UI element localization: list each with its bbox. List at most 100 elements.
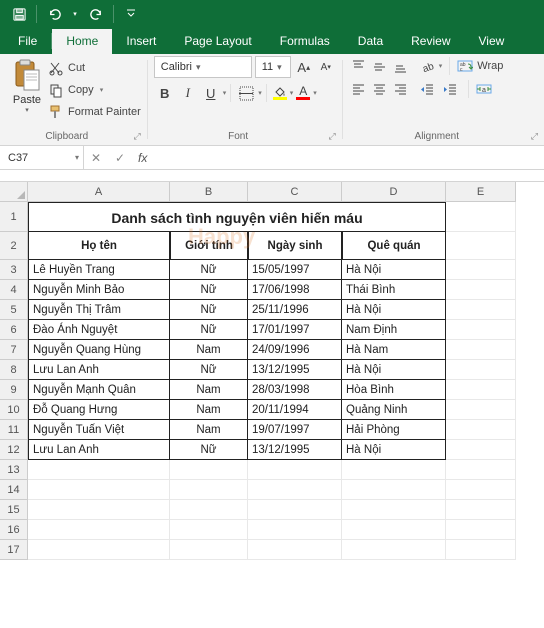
select-all-corner[interactable]	[0, 182, 28, 202]
cell[interactable]	[446, 202, 516, 232]
cell[interactable]	[446, 380, 516, 400]
row-header-2[interactable]: 2	[0, 232, 28, 260]
cell[interactable]: Hà Nội	[342, 360, 446, 380]
row-header-3[interactable]: 3	[0, 260, 28, 280]
cell[interactable]: Nguyễn Minh Bảo	[28, 280, 170, 300]
clipboard-dialog-launcher[interactable]: ⤢	[134, 131, 141, 142]
cell[interactable]	[28, 480, 170, 500]
cell[interactable]	[446, 360, 516, 380]
cell[interactable]: 25/11/1996	[248, 300, 342, 320]
header-cell[interactable]: Ngày sinh	[248, 232, 342, 260]
cell[interactable]: Nam Định	[342, 320, 446, 340]
cancel-button[interactable]: ✕	[84, 146, 108, 170]
column-header-A[interactable]: A	[28, 182, 170, 202]
cell[interactable]: Hòa Bình	[342, 380, 446, 400]
cell[interactable]: Thái Bình	[342, 280, 446, 300]
cell[interactable]	[342, 460, 446, 480]
cell[interactable]: Nam	[170, 340, 248, 360]
cell[interactable]	[446, 540, 516, 560]
alignment-dialog-launcher[interactable]: ⤢	[531, 131, 538, 142]
cell[interactable]	[170, 500, 248, 520]
cell[interactable]	[446, 460, 516, 480]
borders-button[interactable]	[235, 82, 257, 104]
cell[interactable]	[28, 460, 170, 480]
cell[interactable]	[446, 260, 516, 280]
cell[interactable]: Hà Nam	[342, 340, 446, 360]
font-size-combo[interactable]: 11▾	[255, 56, 291, 78]
increase-indent-button[interactable]	[441, 79, 461, 99]
cell[interactable]: Đỗ Quang Hưng	[28, 400, 170, 420]
cell[interactable]: Nguyễn Mạnh Quân	[28, 380, 170, 400]
worksheet-grid[interactable]: 1234567891011121314151617 ABCDE Happy Da…	[0, 182, 544, 628]
cell[interactable]	[446, 420, 516, 440]
tab-page-layout[interactable]: Page Layout	[170, 29, 265, 54]
align-top-button[interactable]	[349, 56, 369, 76]
tab-formulas[interactable]: Formulas	[266, 29, 344, 54]
column-header-E[interactable]: E	[446, 182, 516, 202]
cell[interactable]: 15/05/1997	[248, 260, 342, 280]
cell[interactable]	[446, 500, 516, 520]
cell[interactable]: 28/03/1998	[248, 380, 342, 400]
cell[interactable]: 13/12/1995	[248, 360, 342, 380]
cell[interactable]	[248, 540, 342, 560]
cell[interactable]: Nam	[170, 400, 248, 420]
cut-button[interactable]: Cut	[48, 58, 141, 78]
cell[interactable]: Lưu Lan Anh	[28, 440, 170, 460]
row-header-12[interactable]: 12	[0, 440, 28, 460]
fill-color-dropdown[interactable]: ▾	[290, 89, 294, 97]
cell[interactable]	[170, 520, 248, 540]
cell[interactable]	[446, 520, 516, 540]
cell[interactable]: 17/01/1997	[248, 320, 342, 340]
underline-dropdown[interactable]: ▾	[223, 89, 227, 97]
cell[interactable]	[342, 500, 446, 520]
cell[interactable]: 17/06/1998	[248, 280, 342, 300]
cell[interactable]	[248, 520, 342, 540]
tab-data[interactable]: Data	[344, 29, 397, 54]
align-bottom-button[interactable]	[391, 56, 411, 76]
cell[interactable]	[342, 540, 446, 560]
cell[interactable]: Quảng Ninh	[342, 400, 446, 420]
font-dialog-launcher[interactable]: ⤢	[329, 131, 336, 142]
merge-center-button[interactable]: a	[476, 79, 492, 99]
cell[interactable]: Nguyễn Quang Hùng	[28, 340, 170, 360]
formula-input[interactable]	[153, 146, 544, 169]
cell[interactable]	[248, 480, 342, 500]
cell[interactable]	[170, 460, 248, 480]
column-header-B[interactable]: B	[170, 182, 248, 202]
align-center-button[interactable]	[370, 79, 390, 99]
cell[interactable]	[342, 480, 446, 500]
row-header-10[interactable]: 10	[0, 400, 28, 420]
cell[interactable]: 20/11/1994	[248, 400, 342, 420]
row-header-8[interactable]: 8	[0, 360, 28, 380]
cell[interactable]: Nguyễn Tuấn Việt	[28, 420, 170, 440]
row-header-11[interactable]: 11	[0, 420, 28, 440]
orientation-dropdown[interactable]: ▾	[439, 62, 443, 70]
row-header-4[interactable]: 4	[0, 280, 28, 300]
cell[interactable]	[170, 480, 248, 500]
cell[interactable]: Nữ	[170, 320, 248, 340]
cell[interactable]: Nguyễn Thị Trâm	[28, 300, 170, 320]
font-color-dropdown[interactable]: ▾	[313, 89, 317, 97]
column-header-D[interactable]: D	[342, 182, 446, 202]
cell[interactable]	[446, 440, 516, 460]
cell[interactable]: 24/09/1996	[248, 340, 342, 360]
row-header-9[interactable]: 9	[0, 380, 28, 400]
enter-button[interactable]: ✓	[108, 146, 132, 170]
row-header-1[interactable]: 1	[0, 202, 28, 232]
cell[interactable]: 13/12/1995	[248, 440, 342, 460]
row-header-16[interactable]: 16	[0, 520, 28, 540]
name-box[interactable]: C37▾	[0, 146, 84, 169]
cell[interactable]	[446, 480, 516, 500]
fx-icon[interactable]: fx	[132, 151, 153, 165]
cell[interactable]	[248, 460, 342, 480]
column-header-C[interactable]: C	[248, 182, 342, 202]
cell[interactable]	[446, 300, 516, 320]
cell[interactable]: Hà Nội	[342, 300, 446, 320]
tab-view[interactable]: View	[465, 29, 519, 54]
cell[interactable]: Hà Nội	[342, 440, 446, 460]
cell[interactable]	[28, 520, 170, 540]
tab-home[interactable]: Home	[52, 29, 112, 54]
cell[interactable]: Nam	[170, 420, 248, 440]
bold-button[interactable]: B	[154, 82, 176, 104]
italic-button[interactable]: I	[177, 82, 199, 104]
